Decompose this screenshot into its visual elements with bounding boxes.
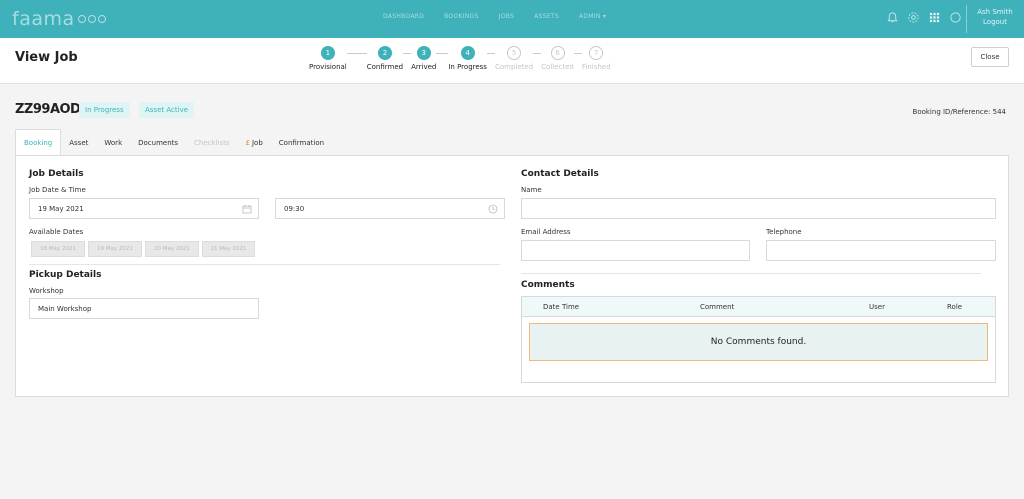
nav-assets[interactable]: ASSETS <box>534 13 559 20</box>
bell-icon[interactable] <box>886 11 899 24</box>
step-connector <box>436 53 449 54</box>
logo-dots <box>77 15 106 23</box>
tab-booking[interactable]: Booking <box>15 129 62 156</box>
job-date-input[interactable]: 19 May 2021 <box>29 198 259 219</box>
job-time-value: 09:30 <box>284 204 305 213</box>
step-connector <box>486 53 495 54</box>
brand-logo[interactable]: faama <box>12 6 106 32</box>
step-connector <box>346 53 367 54</box>
step-number: 7 <box>589 46 604 60</box>
comments-title: Comments <box>521 280 575 290</box>
nav-admin[interactable]: ADMIN <box>579 13 606 20</box>
calendar-icon <box>242 204 252 214</box>
comments-table-header: Date Time Comment User Role <box>522 297 995 317</box>
logout-link[interactable]: Logout <box>972 17 1018 27</box>
step-completed: 5 Completed <box>495 46 533 71</box>
available-date-chip[interactable]: 18 May 2021 <box>31 241 85 257</box>
available-date-chip[interactable]: 21 May 2021 <box>202 241 255 257</box>
step-label: Provisional <box>309 63 347 71</box>
step-label: Arrived <box>411 63 437 71</box>
step-number: 5 <box>507 46 522 60</box>
page-title: View Job <box>15 50 78 65</box>
close-button[interactable]: Close <box>971 47 1009 67</box>
workshop-label: Workshop <box>29 287 64 295</box>
nav-dashboard[interactable]: DASHBOARD <box>383 13 424 20</box>
job-date-value: 19 May 2021 <box>38 204 84 213</box>
step-collected: 6 Collected <box>541 46 574 71</box>
user-menu[interactable]: Ash Smith Logout <box>972 7 1018 27</box>
step-arrived: 3 Arrived <box>411 46 436 71</box>
nav-bookings[interactable]: BOOKINGS <box>444 13 479 20</box>
step-number: 2 <box>377 46 392 60</box>
step-number: 6 <box>550 46 565 60</box>
clock-icon <box>488 204 498 214</box>
tab-documents[interactable]: Documents <box>130 129 186 156</box>
tab-checklists[interactable]: Checklists <box>186 129 237 156</box>
step-label: In Progress <box>448 63 487 71</box>
job-time-input[interactable]: 09:30 <box>275 198 505 219</box>
tab-work[interactable]: Work <box>96 129 130 156</box>
step-number: 4 <box>460 46 475 60</box>
column-header-date-time[interactable]: Date Time <box>543 303 579 311</box>
tab-confirmation[interactable]: Confirmation <box>271 129 332 156</box>
step-connector <box>573 53 582 54</box>
booking-panel: Job Details Job Date & Time 19 May 2021 … <box>15 155 1009 397</box>
step-confirmed: 2 Confirmed <box>367 46 403 71</box>
job-tabs: Booking Asset Work Documents Checklists … <box>15 129 332 156</box>
available-date-chip[interactable]: 20 May 2021 <box>145 241 199 257</box>
nav-icons <box>886 11 962 24</box>
step-number: 1 <box>320 46 335 60</box>
step-provisional: 1 Provisional <box>309 46 347 71</box>
pickup-details-title: Pickup Details <box>29 270 102 280</box>
tab-job[interactable]: £ Job <box>238 129 271 156</box>
asset-status-badge: Asset Active <box>139 102 195 118</box>
step-label: Finished <box>581 63 611 71</box>
step-finished: 7 Finished <box>582 46 611 71</box>
step-label: Completed <box>494 63 534 71</box>
step-connector <box>533 53 542 54</box>
status-badge: In Progress <box>79 102 130 118</box>
pound-icon: £ <box>245 138 250 147</box>
tab-job-label: Job <box>251 138 263 147</box>
contact-details-title: Contact Details <box>521 169 599 179</box>
column-header-comment[interactable]: Comment <box>700 303 734 311</box>
help-icon[interactable] <box>949 11 962 24</box>
step-number: 3 <box>416 46 431 60</box>
page-header: View Job 1 Provisional 2 Confirmed 3 Arr… <box>0 38 1024 84</box>
workshop-value: Main Workshop <box>38 304 92 313</box>
job-details-title: Job Details <box>29 169 84 179</box>
workshop-select[interactable]: Main Workshop <box>29 298 259 319</box>
column-header-user[interactable]: User <box>869 303 885 311</box>
name-input[interactable] <box>521 198 996 219</box>
step-label: Collected <box>541 63 574 71</box>
telephone-input[interactable] <box>766 240 996 261</box>
gear-icon[interactable] <box>907 11 920 24</box>
email-label: Email Address <box>521 228 571 236</box>
nav-jobs[interactable]: JOBS <box>499 13 515 20</box>
available-dates-label: Available Dates <box>29 228 84 236</box>
job-stepper: 1 Provisional 2 Confirmed 3 Arrived 4 In… <box>309 46 611 71</box>
name-label: Name <box>521 186 542 194</box>
booking-reference: Booking ID/Reference: 544 <box>912 108 1006 116</box>
step-in-progress: 4 In Progress <box>448 46 487 71</box>
column-header-role[interactable]: Role <box>947 303 962 311</box>
section-divider <box>29 264 500 265</box>
step-label: Confirmed <box>366 63 404 71</box>
main-nav: DASHBOARD BOOKINGS JOBS ASSETS ADMIN <box>383 13 606 20</box>
logo-text: faama <box>12 8 75 30</box>
grid-icon[interactable] <box>928 11 941 24</box>
job-datetime-label: Job Date & Time <box>29 186 86 194</box>
email-input[interactable] <box>521 240 750 261</box>
section-divider <box>521 273 981 274</box>
step-connector <box>403 53 412 54</box>
user-name: Ash Smith <box>977 8 1013 16</box>
available-date-chip[interactable]: 19 May 2021 <box>88 241 142 257</box>
no-comments-message: No Comments found. <box>529 323 988 361</box>
telephone-label: Telephone <box>766 228 802 236</box>
comments-table: Date Time Comment User Role No Comments … <box>521 296 996 383</box>
top-nav: faama DASHBOARD BOOKINGS JOBS ASSETS ADM… <box>0 0 1024 38</box>
job-registration: ZZ99AOD <box>15 102 81 117</box>
nav-divider <box>966 5 967 33</box>
tab-asset[interactable]: Asset <box>61 129 96 156</box>
